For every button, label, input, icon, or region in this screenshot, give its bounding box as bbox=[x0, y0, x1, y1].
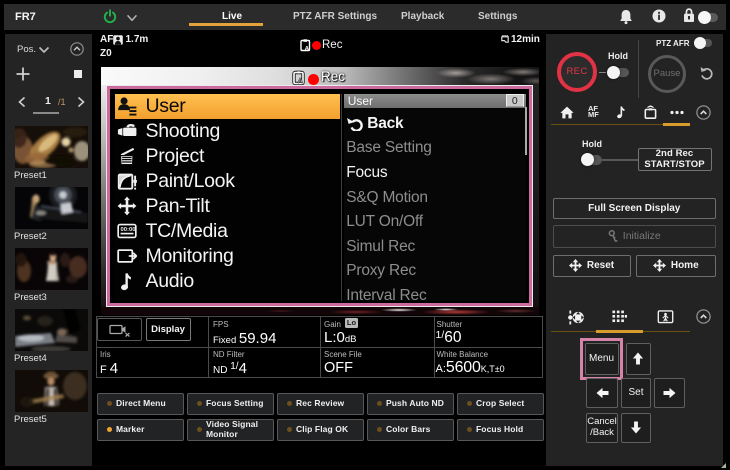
svg-text:00:00: 00:00 bbox=[121, 227, 137, 233]
svg-text:A: A bbox=[305, 46, 310, 53]
svg-text:A: A bbox=[298, 76, 304, 85]
